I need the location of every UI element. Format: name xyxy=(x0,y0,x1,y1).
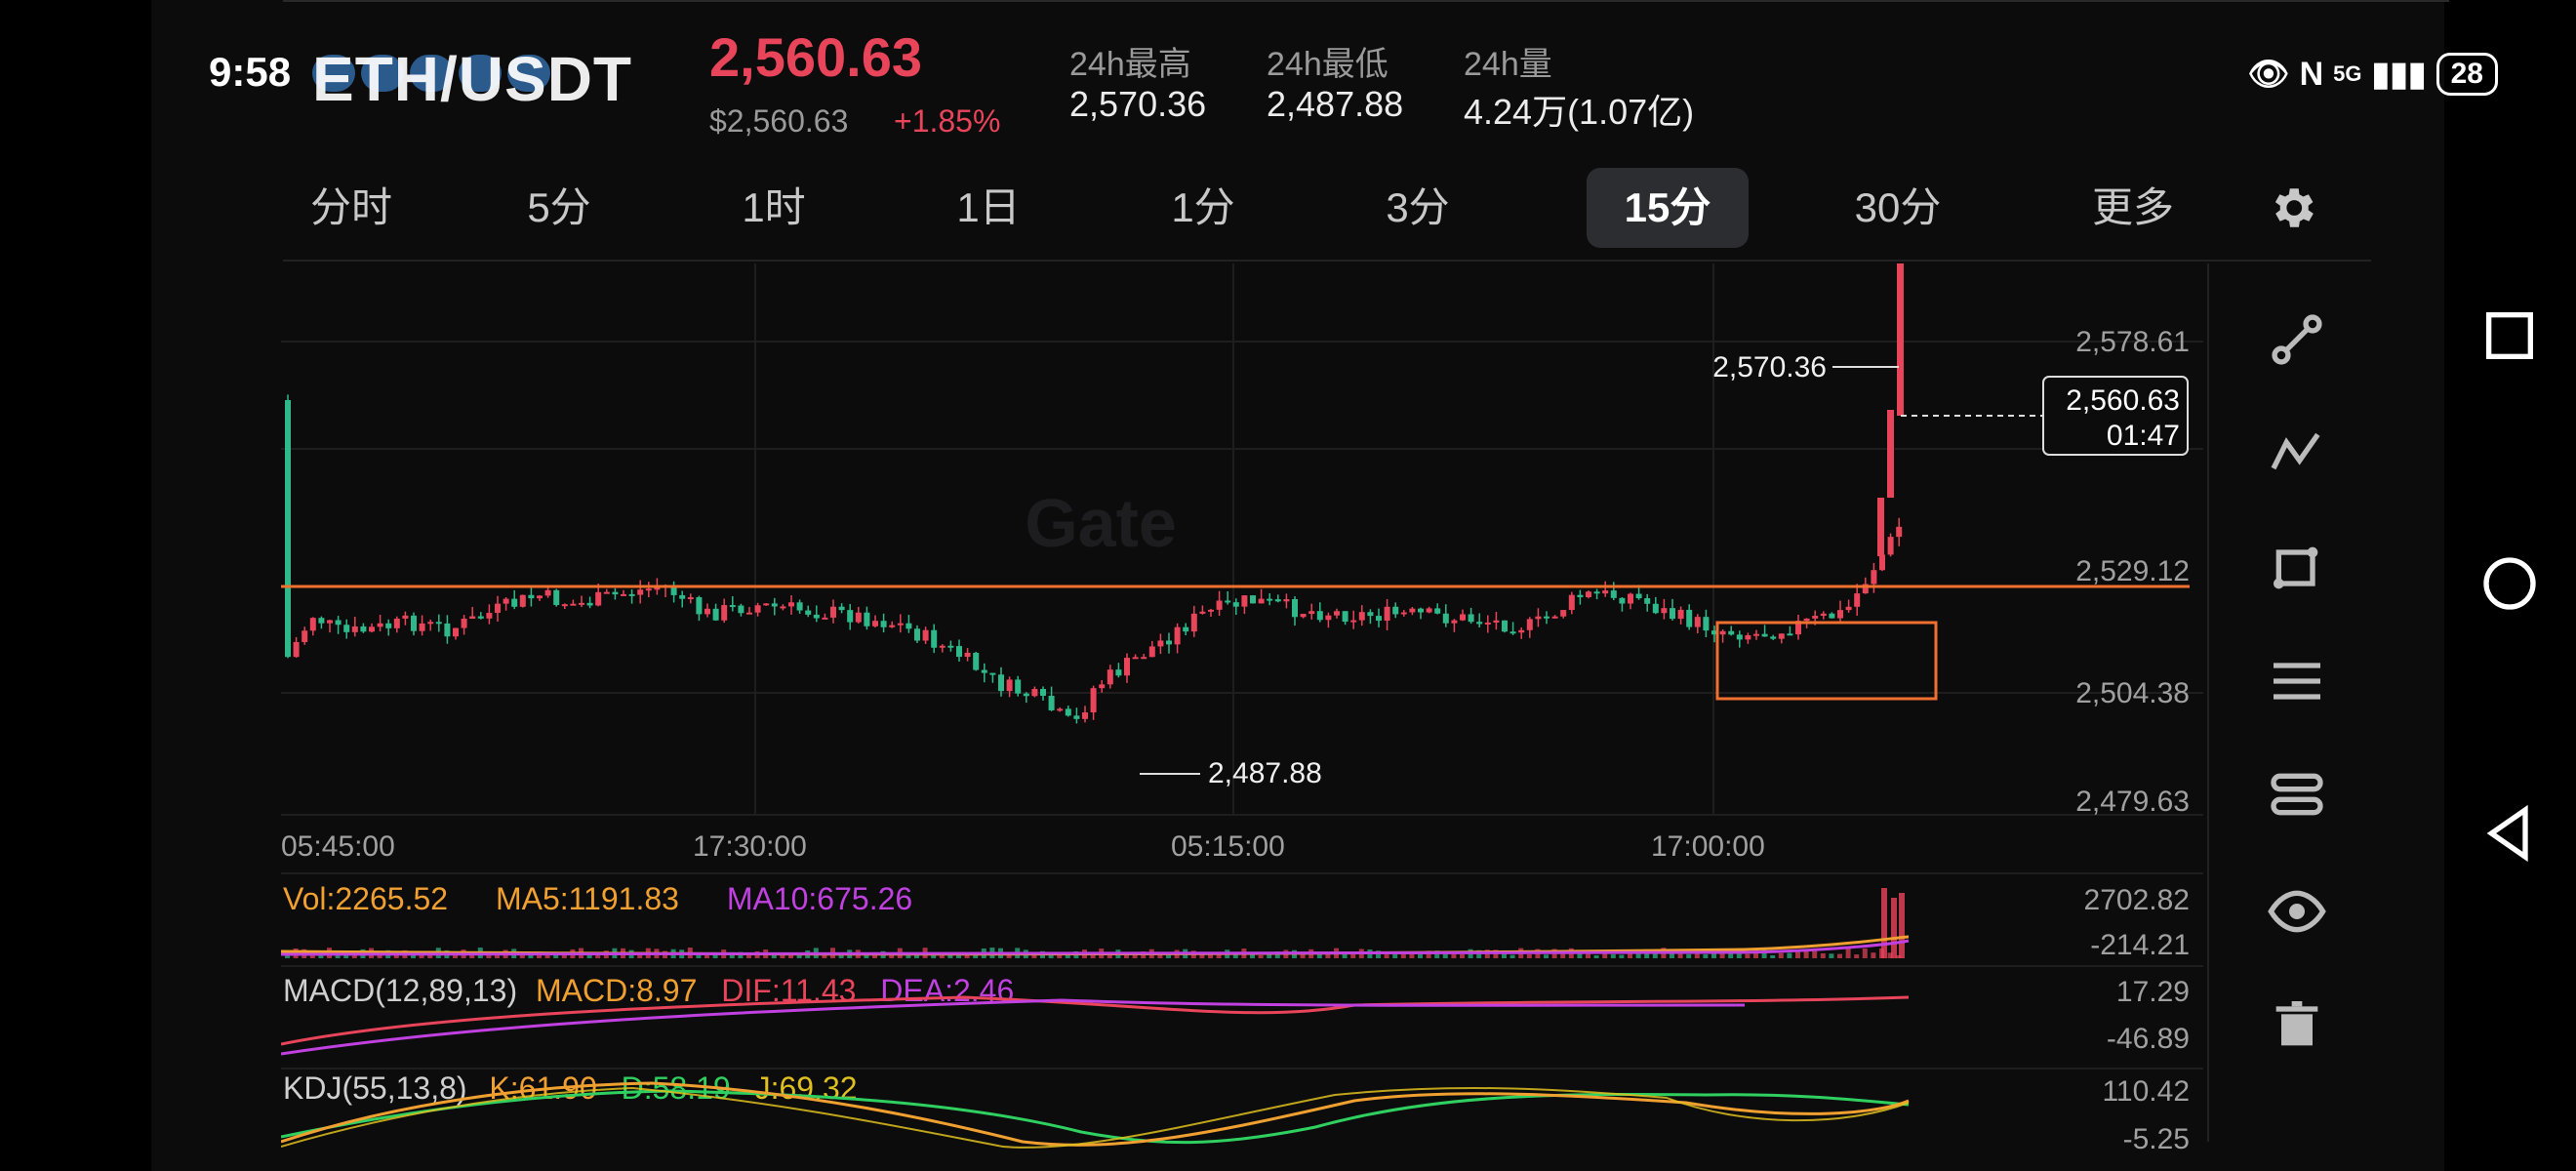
y-tick: 2,529.12 xyxy=(2075,555,2190,587)
vol-ma10: MA10:675.26 xyxy=(727,881,912,916)
tab-1h[interactable]: 1时 xyxy=(730,168,818,248)
stat-high-label: 24h最高 xyxy=(1069,46,1191,83)
tab-timeline[interactable]: 分时 xyxy=(302,168,400,248)
watermark-text: Gate xyxy=(1025,485,1177,561)
trash-icon[interactable] xyxy=(2266,993,2328,1056)
price-change: +1.85% xyxy=(894,103,1001,139)
consolidation-box[interactable] xyxy=(1715,621,1938,701)
kdj-d-line xyxy=(281,1089,1910,1145)
wave-tool-icon[interactable] xyxy=(2266,422,2328,484)
vol-axis-min: -214.21 xyxy=(2090,929,2190,961)
chart-settings-icon[interactable] xyxy=(2266,182,2318,234)
vol-axis-max: 2702.82 xyxy=(2084,884,2190,916)
signal-5g-icon: 5G xyxy=(2333,61,2362,86)
tabs-divider xyxy=(283,260,2371,262)
kline-chart[interactable]: Gate 2,570.36 2,487.88 2,560.63 01:47 2,… xyxy=(281,263,2203,1171)
kdj-axis-max: 110.42 xyxy=(2102,1075,2190,1108)
visibility-eye-icon[interactable] xyxy=(2266,880,2328,943)
macd-dea-line xyxy=(281,998,1746,1056)
kdj-axis-min: -5.25 xyxy=(2123,1123,2190,1155)
vol-ma5: MA5:1191.83 xyxy=(496,881,679,916)
tab-30m[interactable]: 30分 xyxy=(1844,168,1952,248)
system-status: 👁 N 5G ▮▮▮ 28 xyxy=(2247,53,2498,96)
back-icon[interactable] xyxy=(2478,802,2541,865)
low-marker-label: 2,487.88 xyxy=(1208,757,1322,789)
y-tick: 2,578.61 xyxy=(2075,326,2190,358)
trading-pair-title[interactable]: ETH/USDT xyxy=(312,43,632,115)
price-usd: $2,560.63 xyxy=(709,103,849,139)
x-tick: 05:15:00 xyxy=(1171,830,1285,863)
last-price: 2,560.63 xyxy=(709,26,922,88)
tab-15m[interactable]: 15分 xyxy=(1587,168,1749,248)
stat-low-label: 24h最低 xyxy=(1267,46,1389,83)
macd-legend: MACD(12,89,13) MACD:8.97 DIF:11.43 DEA:2… xyxy=(283,973,1014,1008)
current-price-value: 2,560.63 xyxy=(2066,384,2180,417)
stat-volume-label: 24h量 xyxy=(1464,46,1552,83)
kdj-j-line xyxy=(281,1086,1910,1149)
trend-line-tool-icon[interactable] xyxy=(2266,308,2328,371)
stat-low-value: 2,487.88 xyxy=(1267,84,1404,124)
home-icon[interactable] xyxy=(2478,552,2541,615)
current-price-countdown: 01:47 xyxy=(2107,420,2180,452)
signal-bars-icon: ▮▮▮ xyxy=(2371,56,2427,93)
nfc-icon: N xyxy=(2299,55,2324,93)
x-tick: 17:30:00 xyxy=(693,830,807,863)
top-divider xyxy=(283,0,2449,2)
recent-apps-icon[interactable] xyxy=(2478,304,2541,367)
pattern-tool-icon[interactable] xyxy=(2266,763,2328,826)
stat-volume-value: 4.24万(1.07亿) xyxy=(1464,92,1695,132)
tab-5m[interactable]: 5分 xyxy=(515,168,603,248)
tab-more[interactable]: 更多 xyxy=(2084,168,2182,248)
tab-1m[interactable]: 1分 xyxy=(1159,168,1247,248)
volume-legend: Vol:2265.52 MA5:1191.83 MA10:675.26 xyxy=(283,881,912,916)
y-tick: 2,479.63 xyxy=(2075,786,2190,818)
tab-1d[interactable]: 1日 xyxy=(945,168,1032,248)
status-time: 9:58 xyxy=(209,49,292,95)
macd-axis-max: 17.29 xyxy=(2116,976,2190,1008)
battery-icon: 28 xyxy=(2435,53,2498,96)
high-marker-label: 2,570.36 xyxy=(1712,351,1827,384)
eye-comfort-icon: 👁 xyxy=(2247,56,2290,93)
x-tick: 17:00:00 xyxy=(1651,830,1765,863)
drawing-tools-sidebar xyxy=(2207,263,2373,1142)
vol-value: Vol:2265.52 xyxy=(283,881,448,916)
timeframe-tabs: 分时 5分 1时 1日 1分 3分 15分 30分 更多 xyxy=(283,168,2254,248)
macd-axis-min: -46.89 xyxy=(2107,1023,2190,1055)
stat-high-value: 2,570.36 xyxy=(1069,84,1207,124)
x-tick: 05:45:00 xyxy=(281,830,395,863)
tab-3m[interactable]: 3分 xyxy=(1374,168,1462,248)
shape-tool-icon[interactable] xyxy=(2266,537,2328,599)
y-tick: 2,504.38 xyxy=(2075,677,2190,709)
fib-tool-icon[interactable] xyxy=(2266,650,2328,712)
